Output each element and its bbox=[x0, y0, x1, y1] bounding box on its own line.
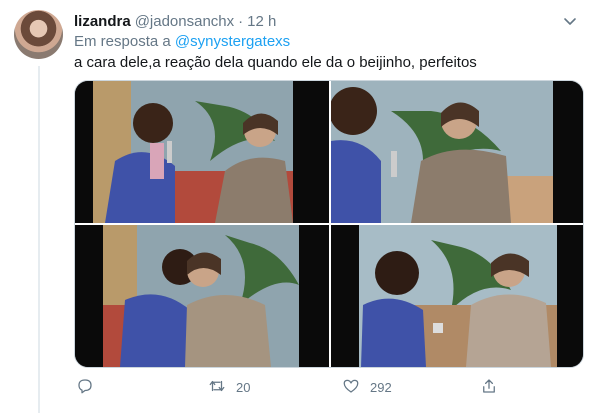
reply-mention-link[interactable]: @synystergatexs bbox=[175, 33, 290, 50]
reply-prefix: Em resposta a bbox=[74, 33, 171, 50]
chevron-down-icon[interactable] bbox=[562, 13, 578, 29]
media-image-4[interactable] bbox=[331, 225, 583, 367]
share-button[interactable] bbox=[480, 376, 498, 398]
author-handle[interactable]: @jadonsanchx bbox=[135, 13, 234, 30]
retweet-count: 20 bbox=[236, 379, 251, 395]
tweet-actions: 20 292 bbox=[74, 376, 504, 400]
reply-button[interactable] bbox=[76, 376, 104, 398]
media-image-3[interactable] bbox=[75, 225, 329, 367]
media-grid bbox=[74, 80, 584, 368]
tweet-header: lizandra @jadonsanchx · 12 h bbox=[74, 11, 582, 31]
comment-icon bbox=[76, 377, 94, 398]
author-name[interactable]: lizandra bbox=[74, 13, 131, 30]
heart-icon bbox=[342, 377, 360, 398]
reply-context: Em resposta a @synystergatexs bbox=[74, 33, 290, 50]
share-icon bbox=[480, 377, 498, 398]
media-image-2[interactable] bbox=[331, 81, 583, 223]
media-image-1[interactable] bbox=[75, 81, 329, 223]
retweet-icon bbox=[208, 377, 226, 398]
like-count: 292 bbox=[370, 379, 392, 395]
retweet-button[interactable]: 20 bbox=[208, 376, 250, 398]
avatar[interactable] bbox=[14, 10, 63, 59]
tweet-text: a cara dele,a reação dela quando ele da … bbox=[74, 54, 477, 71]
tweet-time[interactable]: 12 h bbox=[247, 13, 276, 30]
separator-dot: · bbox=[238, 12, 244, 30]
thread-line bbox=[38, 66, 40, 413]
like-button[interactable]: 292 bbox=[342, 376, 392, 398]
